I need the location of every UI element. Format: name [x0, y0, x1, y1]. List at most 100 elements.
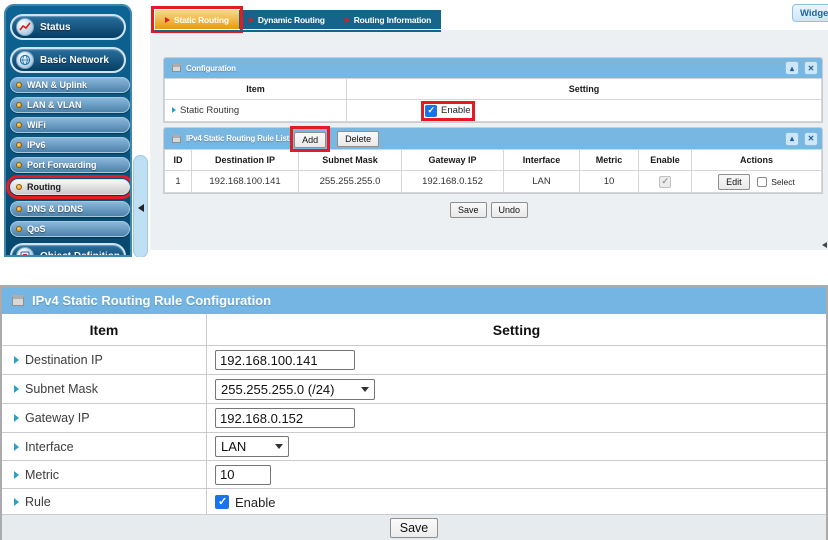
- dialog-footer: Save: [2, 514, 826, 540]
- configuration-panel: Configuration ▴ ✕ Item Setting Static Ro…: [163, 57, 823, 123]
- form-row-rule: Rule Enable: [2, 489, 826, 515]
- table-row: Static Routing Enable: [165, 100, 822, 122]
- window-icon: [172, 135, 181, 143]
- sidebar-item-routing[interactable]: Routing: [10, 179, 130, 195]
- edit-button[interactable]: Edit: [718, 174, 750, 190]
- sidebar-item-label: Object Definition: [40, 251, 120, 258]
- screenshot-root: Status Basic Network WAN & Uplink LAN & …: [0, 0, 828, 540]
- dialog-title: IPv4 Static Routing Rule Configuration: [32, 293, 271, 308]
- column-header-item: Item: [2, 314, 207, 345]
- widget-button[interactable]: Widget: [792, 4, 828, 22]
- window-icon: [172, 64, 181, 72]
- form-table-header: Item Setting: [2, 314, 826, 346]
- status-chart-icon: [16, 18, 34, 36]
- destination-ip-input[interactable]: [215, 350, 355, 370]
- sidebar-item-object-definition[interactable]: Object Definition: [10, 243, 126, 257]
- collapse-left-arrow-icon: [138, 204, 144, 212]
- sidebar-item-status[interactable]: Status: [10, 14, 126, 40]
- form-save-button[interactable]: Save: [390, 518, 438, 538]
- column-header-setting: Setting: [347, 79, 822, 100]
- cell-metric: 10: [580, 171, 639, 193]
- rule-enable-checkbox[interactable]: [215, 495, 229, 509]
- column-header-actions: Actions: [692, 150, 822, 171]
- row-label-cell: Static Routing: [165, 100, 347, 122]
- scroll-left-arrow-icon: [822, 242, 827, 248]
- router-admin-capture: Status Basic Network WAN & Uplink LAN & …: [0, 0, 828, 257]
- bullet-dot-icon: [16, 102, 22, 108]
- cell-subnet-mask: 255.255.255.0: [299, 171, 402, 193]
- sidebar-collapse-handle[interactable]: [133, 155, 148, 257]
- configuration-panel-header: Configuration ▴ ✕: [164, 58, 822, 78]
- sidebar-item-basic-network[interactable]: Basic Network: [10, 47, 126, 73]
- chevron-down-icon: [361, 387, 369, 392]
- tab-arrow-icon: [165, 17, 170, 23]
- sidebar-item-label: Basic Network: [40, 55, 109, 66]
- cell-enable: [639, 171, 692, 193]
- delete-button[interactable]: Delete: [337, 131, 379, 147]
- column-header-destination-ip: Destination IP: [192, 150, 299, 171]
- rule-list-table: ID Destination IP Subnet Mask Gateway IP…: [164, 149, 822, 193]
- configuration-table: Item Setting Static Routing Enable: [164, 78, 822, 122]
- rule-list-panel: IPv4 Static Routing Rule List Add Delete…: [163, 127, 823, 194]
- row-enable-checkbox: [659, 176, 671, 188]
- sidebar-item-wifi[interactable]: WiFi: [10, 117, 130, 133]
- panel-title: Configuration: [186, 64, 236, 73]
- tab-static-routing[interactable]: Static Routing: [155, 10, 239, 29]
- sidebar-item-wan-uplink[interactable]: WAN & Uplink: [10, 77, 130, 93]
- sidebar-item-ipv6[interactable]: IPv6: [10, 137, 130, 153]
- rule-list-panel-header: IPv4 Static Routing Rule List Add Delete…: [164, 128, 822, 149]
- bullet-dot-icon: [16, 226, 22, 232]
- add-button[interactable]: Add: [294, 132, 326, 148]
- collapse-panel-button[interactable]: ▴: [785, 132, 799, 146]
- tab-dynamic-routing[interactable]: Dynamic Routing: [239, 10, 335, 29]
- save-button[interactable]: Save: [450, 202, 487, 218]
- form-row-metric: Metric: [2, 461, 826, 489]
- form-row-interface: Interface LAN: [2, 433, 826, 461]
- column-header-id: ID: [165, 150, 192, 171]
- static-routing-enable-checkbox[interactable]: [425, 105, 437, 117]
- column-header-interface: Interface: [504, 150, 580, 171]
- tab-routing-information[interactable]: Routing Information: [335, 10, 441, 29]
- column-header-enable: Enable: [639, 150, 692, 171]
- sidebar: Status Basic Network WAN & Uplink LAN & …: [4, 4, 132, 257]
- bullet-dot-icon: [16, 82, 22, 88]
- column-header-metric: Metric: [580, 150, 639, 171]
- cell-actions: Edit Select: [692, 171, 822, 193]
- bullet-dot-icon: [16, 184, 22, 190]
- panel-title: IPv4 Static Routing Rule List: [186, 134, 289, 143]
- tab-arrow-icon: [249, 17, 254, 23]
- bullet-dot-icon: [16, 206, 22, 212]
- row-select-checkbox[interactable]: [757, 177, 767, 187]
- bullet-dot-icon: [16, 142, 22, 148]
- cell-id: 1: [165, 171, 192, 193]
- column-header-item: Item: [165, 79, 347, 100]
- form-row-destination-ip: Destination IP: [2, 346, 826, 375]
- interface-select[interactable]: LAN: [215, 436, 289, 457]
- metric-input[interactable]: [215, 465, 271, 485]
- form-row-subnet-mask: Subnet Mask 255.255.255.0 (/24): [2, 375, 826, 404]
- main-area: Static Routing Dynamic Routing Routing I…: [150, 0, 828, 257]
- item-arrow-icon: [14, 414, 19, 422]
- setting-cell: Enable: [347, 100, 822, 122]
- column-header-setting: Setting: [207, 314, 826, 345]
- column-header-subnet-mask: Subnet Mask: [299, 150, 402, 171]
- sidebar-item-port-forwarding[interactable]: Port Forwarding: [10, 157, 130, 173]
- tab-bar: Static Routing Dynamic Routing Routing I…: [155, 10, 441, 29]
- bullet-dot-icon: [16, 122, 22, 128]
- gateway-ip-input[interactable]: [215, 408, 355, 428]
- column-header-gateway-ip: Gateway IP: [402, 150, 504, 171]
- undo-button[interactable]: Undo: [491, 202, 529, 218]
- collapse-panel-button[interactable]: ▴: [785, 61, 799, 75]
- globe-icon: [16, 51, 34, 69]
- sidebar-item-lan-vlan[interactable]: LAN & VLAN: [10, 97, 130, 113]
- bullet-dot-icon: [16, 162, 22, 168]
- close-panel-button[interactable]: ✕: [804, 132, 818, 146]
- sidebar-item-qos[interactable]: QoS: [10, 221, 130, 237]
- item-arrow-icon: [14, 443, 19, 451]
- enable-annotation: Enable: [425, 105, 471, 117]
- close-panel-button[interactable]: ✕: [804, 61, 818, 75]
- subnet-mask-select[interactable]: 255.255.255.0 (/24): [215, 379, 375, 400]
- sidebar-item-dns-ddns[interactable]: DNS & DDNS: [10, 201, 130, 217]
- tab-arrow-icon: [345, 17, 350, 23]
- chevron-down-icon: [275, 444, 283, 449]
